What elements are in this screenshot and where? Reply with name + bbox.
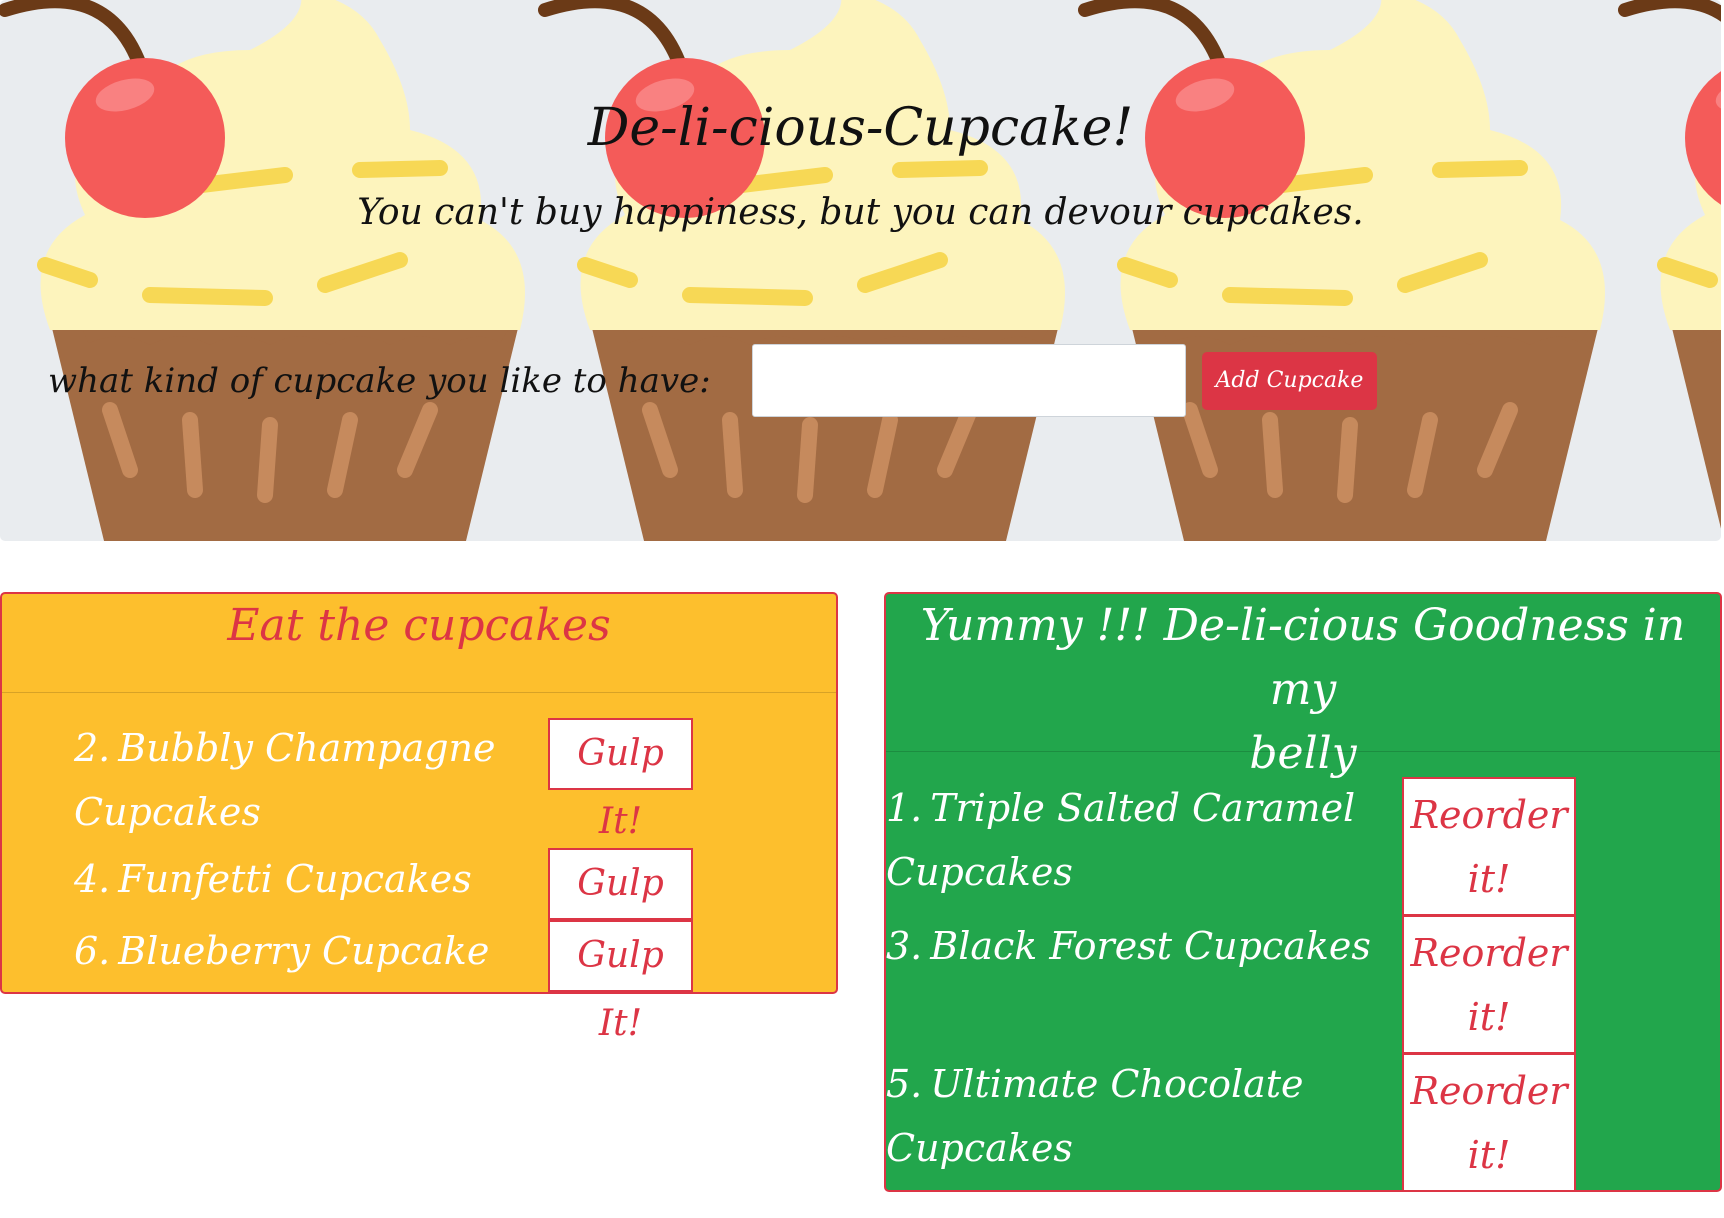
add-cupcake-button[interactable]: Add Cupcake	[1202, 351, 1377, 410]
item-number: 5.	[886, 1062, 923, 1106]
item-name-cont: Cupcakes	[886, 850, 1073, 894]
item-number: 1.	[886, 786, 923, 830]
reorder-label-line2: it!	[1467, 857, 1511, 901]
item-name: Triple Salted Caramel	[930, 786, 1356, 830]
item-name: Black Forest Cupcakes	[930, 924, 1371, 968]
gulp-it-button[interactable]: Gulp It!	[548, 920, 693, 1044]
cupcake-input-label: what kind of cupcake you like to have:	[48, 360, 711, 401]
eat-list-item: 6. Blueberry Cupcake	[74, 919, 534, 983]
reorder-label-line1: Reorder	[1410, 793, 1568, 837]
gulp-it-button[interactable]: Gulp It!	[548, 848, 693, 972]
reorder-label-line1: Reorder	[1410, 1069, 1568, 1113]
item-name-cont: Cupcakes	[886, 1126, 1073, 1170]
yummy-title-line2: belly	[1249, 728, 1357, 779]
eaten-list-item: 1. Triple Salted Caramel Cupcakes	[886, 776, 1376, 904]
item-name: Blueberry Cupcake	[118, 929, 490, 973]
hero-banner: De-li-cious-Cupcake! You can't buy happi…	[0, 0, 1721, 541]
item-name-cont: Cupcakes	[74, 790, 261, 834]
cupcake-pattern-icon	[0, 0, 1721, 541]
gulp-it-button[interactable]: Gulp It!	[548, 718, 693, 842]
item-name: Ultimate Chocolate	[930, 1062, 1304, 1106]
reorder-it-button[interactable]: Reorder it!	[1402, 777, 1576, 916]
reorder-it-button[interactable]: Reorder it!	[1402, 915, 1576, 1054]
cupcake-input[interactable]	[752, 344, 1186, 417]
eat-panel-divider	[2, 692, 836, 693]
item-number: 4.	[74, 857, 111, 901]
reorder-label-line2: it!	[1467, 995, 1511, 1039]
eat-cupcakes-panel: Eat the cupcakes 2. Bubbly Champagne Cupc…	[0, 592, 838, 1044]
eat-list-item: 4. Funfetti Cupcakes	[74, 847, 534, 911]
eat-panel-title: Eat the cupcakes	[227, 600, 611, 651]
item-name: Funfetti Cupcakes	[118, 857, 472, 901]
add-cupcake-form: what kind of cupcake you like to have: A…	[48, 344, 1377, 417]
eat-list-item: 2. Bubbly Champagne Cupcakes	[74, 716, 534, 844]
eaten-list-item: 3. Black Forest Cupcakes	[886, 914, 1376, 978]
item-name: Bubbly Champagne	[118, 726, 496, 770]
reorder-it-button[interactable]: Reorder it!	[1402, 1053, 1576, 1192]
item-number: 2.	[74, 726, 111, 770]
reorder-label-line1: Reorder	[1410, 931, 1568, 975]
yummy-title-line1: Yummy !!! De-li-cious Goodness in my	[920, 600, 1686, 715]
page-tagline: You can't buy happiness, but you can dev…	[357, 192, 1364, 233]
yummy-panel-divider	[886, 751, 1720, 752]
item-number: 6.	[74, 929, 111, 973]
eaten-cupcakes-panel: Yummy !!! De-li-cious Goodness in my bel…	[884, 592, 1722, 1192]
reorder-label-line2: it!	[1467, 1133, 1511, 1177]
eaten-list-item: 5. Ultimate Chocolate Cupcakes	[886, 1052, 1376, 1180]
page-title: De-li-cious-Cupcake!	[587, 98, 1134, 158]
item-number: 3.	[886, 924, 923, 968]
yummy-panel-title: Yummy !!! De-li-cious Goodness in my bel…	[886, 594, 1720, 786]
